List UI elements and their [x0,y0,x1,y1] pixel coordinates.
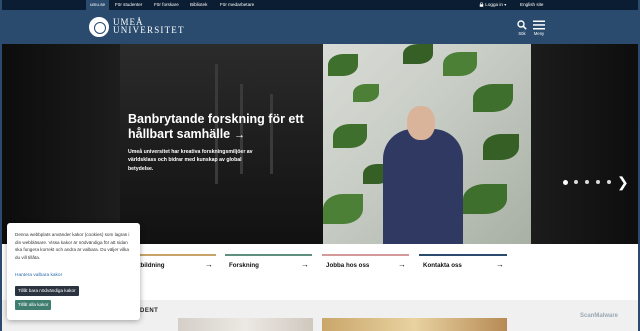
chevron-right-icon: ❯ [617,174,629,190]
slide-dot-3[interactable] [585,180,589,184]
leaf [483,134,519,160]
researcher-body [383,129,463,244]
search-label: Sök [518,31,526,36]
section-label: DENT [140,308,159,314]
allow-all-button[interactable]: Tillåt alla kakor [15,300,52,310]
arrow-right-icon: → [496,260,504,269]
next-slide-button[interactable]: ❯ [617,175,629,189]
quicklink-label: Jobba hos oss [326,262,370,269]
search-icon [517,20,527,30]
university-seal-logo[interactable] [89,17,109,37]
hero-background-lab [120,44,408,244]
arrow-right-icon: → [234,129,246,141]
quicklink-education[interactable]: Utbildning → [130,254,216,273]
arrow-right-icon: → [205,260,213,269]
quicklink-contact[interactable]: Kontakta oss → [419,254,507,273]
login-label: Logga in [485,2,503,7]
chevron-down-icon: ▾ [504,2,507,7]
university-logo-text[interactable]: UMEÅ UNIVERSITET [113,18,185,35]
cookie-text: Denna webbplats använder kakor (cookies)… [15,232,130,260]
logo-line2: UNIVERSITET [113,25,185,35]
hero-banner [0,44,640,244]
login-link[interactable]: Logga in ▾ [479,0,506,10]
news-thumbnail[interactable] [322,318,507,331]
search-button[interactable]: Sök [517,20,527,36]
quicklink-label: Forskning [229,262,259,269]
tab-students[interactable]: För studenter [111,0,146,10]
tab-staff[interactable]: För medarbetare [216,0,258,10]
menu-label: Meny [533,31,545,36]
hero-title-link[interactable]: Banbrytande forskning för ett hållbart s… [128,112,328,143]
manage-cookies-link[interactable]: Hantera valbara kakor [15,273,62,278]
leaf [403,44,433,64]
menu-button[interactable]: Meny [533,20,545,36]
news-thumbnail[interactable] [178,318,313,331]
leaf [443,52,477,76]
slide-dot-5[interactable] [607,180,611,184]
arrow-right-icon: → [398,260,406,269]
quicklink-jobs[interactable]: Jobba hos oss → [322,254,409,273]
quicklink-research[interactable]: Forskning → [225,254,312,273]
tab-library[interactable]: Bibliotek [186,0,211,10]
leaf [333,124,367,148]
lock-icon [479,1,484,7]
watermark: ScanMalware [580,313,619,319]
tab-researchers[interactable]: För forskare [150,0,183,10]
leaf [473,84,513,112]
slide-dot-2[interactable] [574,180,578,184]
leaf [323,194,363,224]
utility-bar: umu.se För studenter För forskare Biblio… [0,0,640,10]
slide-dot-1[interactable] [563,179,568,185]
hamburger-icon [533,20,545,30]
hero-background-left [0,44,120,244]
cookie-consent-dialog: Denna webbplats använder kakor (cookies)… [7,223,140,320]
slide-dot-4[interactable] [596,180,600,184]
hero-background-right [531,44,640,244]
hero-body: Umeå universitet har kreativa forsknings… [128,149,253,172]
researcher-face [407,106,435,140]
tab-umu[interactable]: umu.se [86,0,110,10]
leaf [463,184,507,214]
quicklink-label: Kontakta oss [423,262,462,269]
allow-necessary-button[interactable]: Tillåt bara nödvändiga kakor [15,286,79,296]
leaf [328,54,358,76]
arrow-right-icon: → [301,260,309,269]
hero-title: Banbrytande forskning för ett hållbart s… [128,112,304,141]
english-link[interactable]: English site [520,0,544,10]
hero-photo-greenhouse [323,44,531,244]
leaf [353,84,379,102]
